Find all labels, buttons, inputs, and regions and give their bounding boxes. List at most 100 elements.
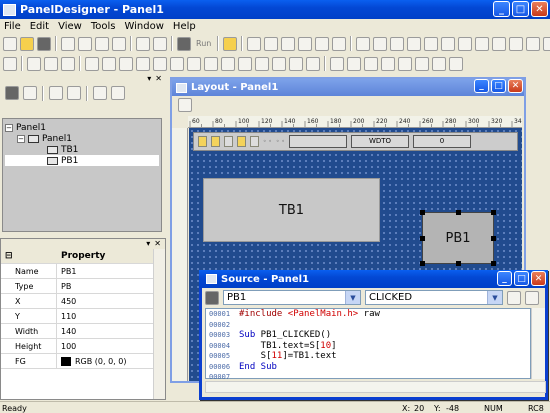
radio-group-icon[interactable]: ◦ ◦: [263, 138, 272, 145]
ungroup-icon[interactable]: [398, 56, 412, 71]
delete-icon[interactable]: [112, 36, 126, 51]
resize-handle[interactable]: [456, 261, 461, 266]
pen-icon[interactable]: [250, 136, 259, 147]
copy-icon[interactable]: [78, 36, 92, 51]
rect-tool-icon[interactable]: [187, 56, 201, 71]
tree-pin-icon[interactable]: ▾: [147, 74, 151, 84]
menu-view[interactable]: View: [54, 21, 87, 32]
order-back-icon[interactable]: [364, 56, 378, 71]
canvas-blank-button[interactable]: [289, 135, 347, 148]
help-icon[interactable]: [223, 36, 238, 51]
chevron-down-icon[interactable]: ▼: [345, 291, 360, 304]
object3d-tool-icon[interactable]: [306, 56, 320, 71]
open-folder-icon[interactable]: [20, 36, 34, 51]
text-icon[interactable]: [27, 56, 41, 71]
resize-handle[interactable]: [420, 210, 425, 215]
table-tool-icon[interactable]: [238, 56, 252, 71]
panel-view-icon[interactable]: [5, 86, 19, 100]
menu-tools[interactable]: Tools: [87, 21, 121, 32]
property-row[interactable]: Width 140: [1, 324, 165, 339]
align-bottom-icon[interactable]: [441, 36, 456, 51]
align-middle-icon[interactable]: [424, 36, 439, 51]
property-row[interactable]: Height 100: [1, 339, 165, 354]
chart-tool-icon[interactable]: [255, 56, 269, 71]
pushbutton-pb1[interactable]: PB1: [420, 210, 496, 266]
tree-node-root[interactable]: − Panel1: [5, 122, 159, 133]
property-row[interactable]: Y 110: [1, 309, 165, 324]
property-row[interactable]: FG RGB (0, 0, 0): [1, 354, 165, 369]
property-value[interactable]: PB: [57, 282, 71, 291]
grid-icon[interactable]: [315, 36, 330, 51]
property-scrollbar[interactable]: [153, 249, 165, 399]
property-value[interactable]: 110: [57, 312, 76, 321]
property-value[interactable]: RGB (0, 0, 0): [57, 356, 126, 366]
radio-group-icon[interactable]: ◦ ◦: [276, 138, 285, 145]
close-button[interactable]: ✕: [531, 1, 548, 17]
slider-tool-icon[interactable]: [153, 56, 167, 71]
zoom-icon[interactable]: [247, 36, 262, 51]
property-value[interactable]: PB1: [57, 267, 76, 276]
move-down-icon[interactable]: [111, 86, 125, 100]
property-expand-icon[interactable]: ⊟: [1, 249, 57, 263]
save-icon[interactable]: [37, 36, 51, 51]
distribute-icon[interactable]: [449, 56, 463, 71]
resize-handle[interactable]: [420, 236, 425, 241]
resize-handle[interactable]: [456, 210, 461, 215]
paste-icon[interactable]: [95, 36, 109, 51]
layout-page-icon[interactable]: [178, 98, 192, 112]
label-icon[interactable]: [44, 56, 58, 71]
checkbox-tool-icon[interactable]: [85, 56, 99, 71]
undo-icon[interactable]: [136, 36, 150, 51]
maximize-button[interactable]: □: [512, 1, 529, 17]
tree-node-panel[interactable]: − Panel1: [5, 133, 159, 144]
tree-close-icon[interactable]: ✕: [155, 74, 162, 84]
align-top-icon[interactable]: [407, 36, 422, 51]
property-pin-icon[interactable]: ▾: [146, 239, 150, 249]
same-height-icon[interactable]: [509, 36, 524, 51]
tool-a-icon[interactable]: [3, 56, 17, 71]
property-row[interactable]: X 450: [1, 294, 165, 309]
resize-handle[interactable]: [491, 236, 496, 241]
button-tool-icon[interactable]: [119, 56, 133, 71]
bulb-icon[interactable]: [211, 136, 220, 147]
source-action-icon[interactable]: [525, 290, 539, 305]
space-horizontal-icon[interactable]: [458, 36, 473, 51]
group-icon[interactable]: [381, 56, 395, 71]
tree-node-tb1[interactable]: TB1: [5, 144, 159, 155]
select-icon[interactable]: [264, 36, 279, 51]
chevron-down-icon[interactable]: ▼: [487, 291, 502, 304]
layout-minimize-button[interactable]: _: [474, 79, 489, 93]
print-icon[interactable]: [177, 36, 191, 51]
menu-help[interactable]: Help: [169, 21, 201, 32]
menu-window[interactable]: Window: [120, 21, 168, 32]
space-vertical-icon[interactable]: [475, 36, 490, 51]
tree-expand-icon[interactable]: [67, 86, 81, 100]
combo-tool-icon[interactable]: [136, 56, 150, 71]
meter-tool-icon[interactable]: [272, 56, 286, 71]
resize-handle[interactable]: [420, 261, 425, 266]
hand-icon[interactable]: [298, 36, 313, 51]
image-tool-icon[interactable]: [221, 56, 235, 71]
lock-icon[interactable]: [415, 56, 429, 71]
number-icon[interactable]: [61, 56, 75, 71]
property-row[interactable]: Type PB: [1, 279, 165, 294]
layout-maximize-button[interactable]: □: [491, 79, 506, 93]
unlock-icon[interactable]: [432, 56, 446, 71]
collapse-icon[interactable]: −: [5, 123, 13, 132]
object-tool-icon[interactable]: [289, 56, 303, 71]
menu-file[interactable]: File: [0, 21, 26, 32]
event-select[interactable]: CLICKED ▼: [365, 290, 503, 305]
center-icon[interactable]: [543, 36, 550, 51]
code-horizontal-scrollbar[interactable]: [205, 381, 546, 393]
canvas-wdto-button[interactable]: WDTO: [351, 135, 409, 148]
align-left-icon[interactable]: [356, 36, 371, 51]
page-view-icon[interactable]: [23, 86, 37, 100]
frame-icon[interactable]: [332, 36, 347, 51]
layout-close-button[interactable]: ✕: [508, 79, 523, 93]
minimize-button[interactable]: _: [493, 1, 510, 17]
move-up-icon[interactable]: [93, 86, 107, 100]
tree-node-pb1[interactable]: PB1: [5, 155, 159, 166]
source-close-button[interactable]: ✕: [531, 271, 546, 286]
hierarchy-icon[interactable]: [49, 86, 63, 100]
code-vertical-scrollbar[interactable]: [531, 308, 545, 379]
